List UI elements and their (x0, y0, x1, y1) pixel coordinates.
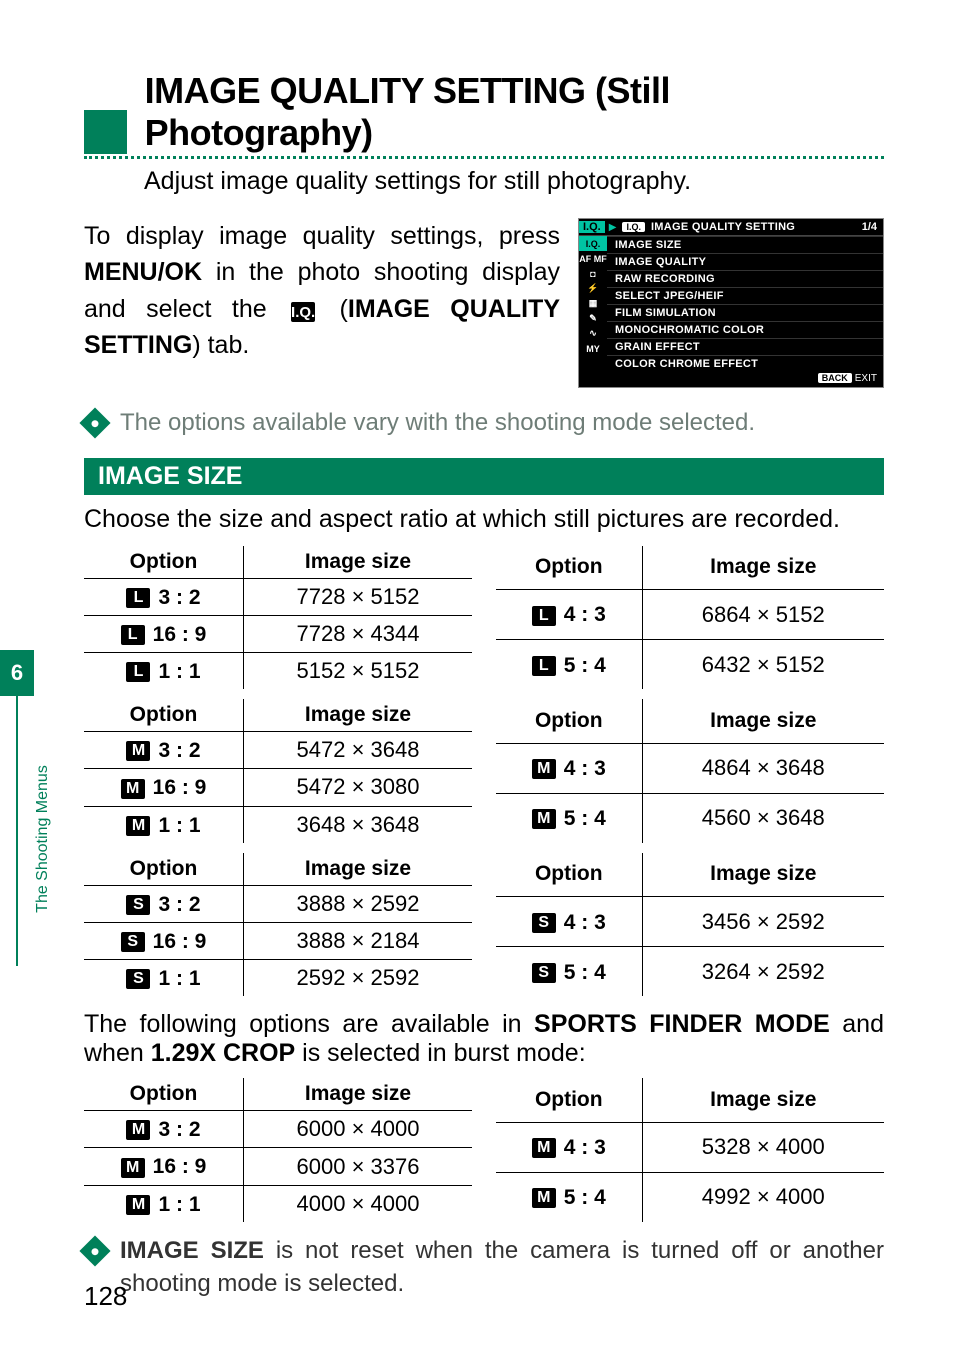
size-table-pair: OptionImage sizeL3 : 27728 × 5152L16 : 9… (84, 546, 884, 690)
table-row: M3 : 26000 × 4000 (84, 1111, 472, 1148)
camera-menu-screenshot: I.Q. ▶ I.Q. IMAGE QUALITY SETTING 1/4 I.… (578, 218, 884, 388)
title-row: IMAGE QUALITY SETTING (Still Photography… (84, 70, 884, 159)
col-size: Image size (244, 853, 472, 886)
col-option: Option (84, 546, 244, 579)
size-chip-icon: M (126, 816, 150, 836)
table-row: M3 : 25472 × 3648 (84, 732, 472, 769)
table-row: M16 : 95472 × 3080 (84, 769, 472, 806)
table-row: S1 : 12592 × 2592 (84, 960, 472, 997)
col-option: Option (496, 853, 642, 897)
lcd-sidebar: I.Q. AF MF ◘ ⚡ ▦ ✎ ∿ MY (579, 236, 607, 372)
table-row: M5 : 44560 × 3648 (496, 793, 884, 843)
page-number: 128 (84, 1281, 127, 1312)
size-table: OptionImage sizeM4 : 35328 × 4000M5 : 44… (496, 1078, 884, 1222)
size-table: OptionImage sizeL3 : 27728 × 5152L16 : 9… (84, 546, 472, 690)
table-row: L4 : 36864 × 5152 (496, 589, 884, 639)
lcd-menu-list: IMAGE SIZE IMAGE QUALITY RAW RECORDING S… (607, 236, 883, 372)
size-table-pair: OptionImage sizeM3 : 25472 × 3648M16 : 9… (84, 699, 884, 843)
size-chip-icon: S (532, 913, 556, 933)
size-table: OptionImage sizeM3 : 25472 × 3648M16 : 9… (84, 699, 472, 843)
size-table: OptionImage sizeM4 : 34864 × 3648M5 : 44… (496, 699, 884, 843)
title-bullet (84, 110, 127, 154)
size-chip-icon: S (126, 969, 150, 989)
table-row: L1 : 15152 × 5152 (84, 652, 472, 689)
side-tab: 6 The Shooting Menus (0, 650, 34, 970)
size-chip-icon: L (532, 606, 556, 626)
col-option: Option (84, 699, 244, 732)
table-row: L16 : 97728 × 4344 (84, 615, 472, 652)
intro-paragraph: To display image quality settings, press… (84, 218, 560, 363)
table-row: L3 : 27728 × 5152 (84, 578, 472, 615)
col-option: Option (84, 1078, 244, 1111)
size-chip-icon: S (126, 895, 150, 915)
table-row: S5 : 43264 × 2592 (496, 947, 884, 997)
table-row: M5 : 44992 × 4000 (496, 1172, 884, 1222)
col-option: Option (496, 699, 642, 743)
size-chip-icon: S (532, 963, 556, 983)
col-size: Image size (642, 546, 884, 590)
side-line (16, 696, 18, 966)
table-row: M1 : 14000 × 4000 (84, 1185, 472, 1222)
size-chip-icon: M (121, 1158, 145, 1178)
col-size: Image size (244, 546, 472, 579)
table-row: M4 : 35328 × 4000 (496, 1122, 884, 1172)
table-row: S4 : 33456 × 2592 (496, 897, 884, 947)
note-icon (79, 1235, 110, 1266)
col-option: Option (496, 546, 642, 590)
table-row: S16 : 93888 × 2184 (84, 922, 472, 959)
size-chip-icon: L (532, 656, 556, 676)
chapter-number: 6 (0, 650, 34, 696)
section-description: Choose the size and aspect ratio at whic… (84, 505, 884, 534)
size-chip-icon: M (126, 1195, 150, 1215)
col-size: Image size (642, 853, 884, 897)
table-row: M16 : 96000 × 3376 (84, 1148, 472, 1185)
col-size: Image size (244, 699, 472, 732)
page-title: IMAGE QUALITY SETTING (Still Photography… (145, 70, 884, 154)
note-1: The options available vary with the shoo… (84, 406, 884, 440)
size-table-pair: OptionImage sizeS3 : 23888 × 2592S16 : 9… (84, 853, 884, 997)
iq-chip-icon: I.Q. (291, 302, 315, 322)
size-chip-icon: S (121, 932, 145, 952)
size-chip-icon: M (121, 779, 145, 799)
size-chip-icon: L (121, 625, 145, 645)
size-table: OptionImage sizeM3 : 26000 × 4000M16 : 9… (84, 1078, 472, 1222)
table-row: M4 : 34864 × 3648 (496, 743, 884, 793)
size-chip-icon: L (126, 588, 150, 608)
col-size: Image size (244, 1078, 472, 1111)
size-chip-icon: M (532, 759, 556, 779)
col-option: Option (496, 1078, 642, 1122)
size-chip-icon: M (126, 1120, 150, 1140)
size-chip-icon: M (532, 1188, 556, 1208)
col-option: Option (84, 853, 244, 886)
size-table: OptionImage sizeS3 : 23888 × 2592S16 : 9… (84, 853, 472, 997)
size-table: OptionImage sizeL4 : 36864 × 5152L5 : 46… (496, 546, 884, 690)
table-row: S3 : 23888 × 2592 (84, 885, 472, 922)
table-row: L5 : 46432 × 5152 (496, 640, 884, 690)
size-chip-icon: M (532, 809, 556, 829)
sports-mode-note: The following options are available in S… (84, 1010, 884, 1068)
note-2: IMAGE SIZE is not reset when the camera … (84, 1234, 884, 1301)
note-icon (79, 407, 110, 438)
size-table-pair: OptionImage sizeM3 : 26000 × 4000M16 : 9… (84, 1078, 884, 1222)
table-row: M1 : 13648 × 3648 (84, 806, 472, 843)
size-chip-icon: M (532, 1138, 556, 1158)
size-chip-icon: M (126, 741, 150, 761)
chapter-label: The Shooting Menus (34, 764, 52, 914)
col-size: Image size (642, 1078, 884, 1122)
page-subtitle: Adjust image quality settings for still … (144, 167, 884, 196)
size-table: OptionImage sizeS4 : 33456 × 2592S5 : 43… (496, 853, 884, 997)
size-chip-icon: L (126, 662, 150, 682)
section-heading: IMAGE SIZE (84, 458, 884, 495)
col-size: Image size (642, 699, 884, 743)
